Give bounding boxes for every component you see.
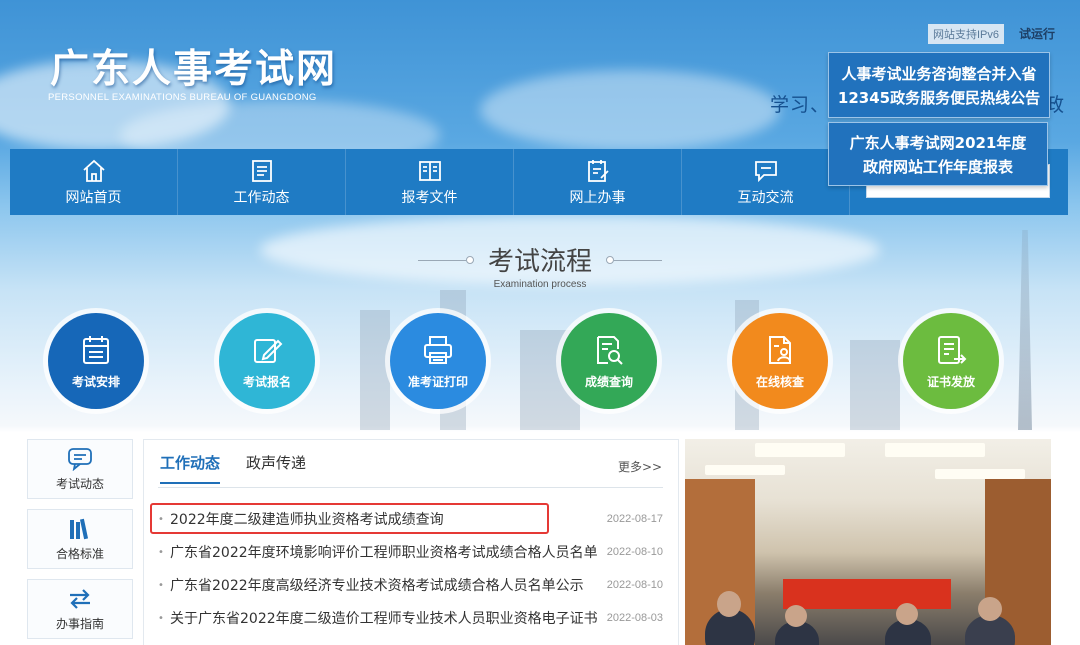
step-label: 考试安排 (71, 374, 120, 389)
notice-line: 12345政务服务便民热线公告 (837, 89, 1041, 107)
tab-divider (158, 487, 663, 488)
ceiling-light (755, 443, 845, 457)
meeting-photo[interactable] (685, 439, 1051, 645)
person (978, 597, 1002, 621)
step-registration[interactable]: 考试报名 (219, 313, 315, 409)
tab-policy-voice[interactable]: 政声传递 (246, 452, 306, 484)
person (717, 591, 741, 617)
notice-line: 广东人事考试网2021年度 (849, 134, 1027, 152)
trial-label: 试运行 (1019, 27, 1056, 41)
meeting-banner (783, 579, 951, 609)
skyline-building (850, 340, 900, 430)
bullet-icon: • (158, 579, 164, 591)
bullet-icon: • (158, 612, 164, 624)
more-link[interactable]: 更多>> (618, 458, 662, 475)
sidebar-item-qualification-standard[interactable]: 合格标准 (27, 509, 133, 569)
title-divider (614, 260, 662, 261)
step-score-query[interactable]: 成绩查询 (561, 313, 657, 409)
books-icon (70, 518, 89, 539)
person (785, 605, 807, 627)
nav-label: 工作动态 (233, 189, 290, 206)
nav-label: 网站首页 (65, 189, 122, 206)
ceiling-light (885, 443, 985, 457)
message-icon (68, 447, 92, 471)
skyline-building (360, 310, 390, 430)
home-icon (82, 159, 105, 182)
notice-line: 政府网站工作年度报表 (862, 158, 1013, 176)
sidebar-label: 考试动态 (55, 476, 104, 491)
process-subtitle: Examination process (493, 279, 587, 290)
step-certificate-issue[interactable]: 证书发放 (903, 313, 999, 409)
site-logo-title[interactable]: 广东人事考试网 (50, 38, 337, 94)
sidebar-item-exam-news[interactable]: 考试动态 (27, 439, 133, 499)
calendar-icon (83, 335, 109, 364)
step-online-verification[interactable]: 在线核查 (732, 313, 828, 409)
notice-popup-hotline[interactable]: 人事考试业务咨询整合并入省 12345政务服务便民热线公告 (828, 52, 1050, 118)
step-label: 证书发放 (926, 374, 975, 389)
nav-item-documents[interactable]: 报考文件 (346, 149, 514, 215)
step-label: 准考证打印 (407, 374, 468, 389)
news-item[interactable]: • 关于广东省2022年度二级造价工程师专业技术人员职业资格电子证书 2022-… (158, 606, 663, 630)
ceiling-light (935, 469, 1025, 479)
highlight-box (150, 503, 549, 534)
news-date: 2022-08-10 (606, 579, 663, 591)
ceiling-light (705, 465, 785, 475)
sidebar-label: 合格标准 (55, 546, 104, 561)
process-title: 考试流程 (487, 247, 592, 277)
slogan-text: 学习、 (770, 94, 831, 116)
news-item[interactable]: • 广东省2022年度环境影响评价工程师职业资格考试成绩合格人员名单 2022-… (158, 540, 663, 564)
tab-work-news[interactable]: 工作动态 (160, 452, 221, 484)
nav-item-news[interactable]: 工作动态 (178, 149, 346, 215)
news-title[interactable]: 关于广东省2022年度二级造价工程师专业技术人员职业资格电子证书 (170, 608, 600, 628)
printer-icon (424, 335, 452, 364)
news-item[interactable]: • 广东省2022年度高级经济专业技术资格考试成绩合格人员名单公示 2022-0… (158, 573, 663, 597)
step-label: 考试报名 (242, 374, 291, 389)
list-icon (251, 159, 272, 182)
user-doc-icon (769, 335, 791, 364)
nav-label: 互动交流 (737, 189, 794, 206)
nav-label: 报考文件 (401, 189, 458, 206)
person (896, 603, 918, 625)
news-title[interactable]: 广东省2022年度环境影响评价工程师职业资格考试成绩合格人员名单 (170, 542, 600, 562)
bullet-icon: • (158, 546, 164, 558)
nav-label: 网上办事 (569, 189, 626, 206)
notice-popup-annual-report[interactable]: 广东人事考试网2021年度 政府网站工作年度报表 (828, 122, 1048, 186)
nav-item-interaction[interactable]: 互动交流 (682, 149, 850, 215)
title-dot (606, 256, 614, 264)
swap-icon (70, 588, 90, 609)
step-label: 在线核查 (755, 374, 804, 389)
step-admission-print[interactable]: 准考证打印 (390, 313, 486, 409)
step-label: 成绩查询 (584, 374, 633, 389)
news-date: 2022-08-17 (606, 513, 663, 525)
sidebar-label: 办事指南 (55, 616, 104, 631)
news-tabs: 工作动态 政声传递 (160, 452, 332, 484)
news-title[interactable]: 广东省2022年度高级经济专业技术资格考试成绩合格人员名单公示 (170, 575, 600, 595)
cloud-decoration (480, 70, 780, 150)
chat-icon (754, 160, 777, 182)
edit-doc-icon (587, 159, 609, 182)
search-doc-icon (597, 335, 623, 365)
pen-icon (254, 338, 283, 363)
certificate-icon (938, 335, 967, 364)
nav-item-home[interactable]: 网站首页 (10, 149, 178, 215)
book-icon (418, 160, 441, 181)
sidebar-item-service-guide[interactable]: 办事指南 (27, 579, 133, 639)
ipv6-badge: 网站支持IPv6 (928, 24, 1005, 44)
step-exam-schedule[interactable]: 考试安排 (48, 313, 144, 409)
news-date: 2022-08-10 (606, 546, 663, 558)
site-logo-subtitle: PERSONNEL EXAMINATIONS BUREAU OF GUANGDO… (48, 92, 317, 103)
nav-item-online-service[interactable]: 网上办事 (514, 149, 682, 215)
news-date: 2022-08-03 (606, 612, 663, 624)
notice-line: 人事考试业务咨询整合并入省 (841, 65, 1037, 83)
